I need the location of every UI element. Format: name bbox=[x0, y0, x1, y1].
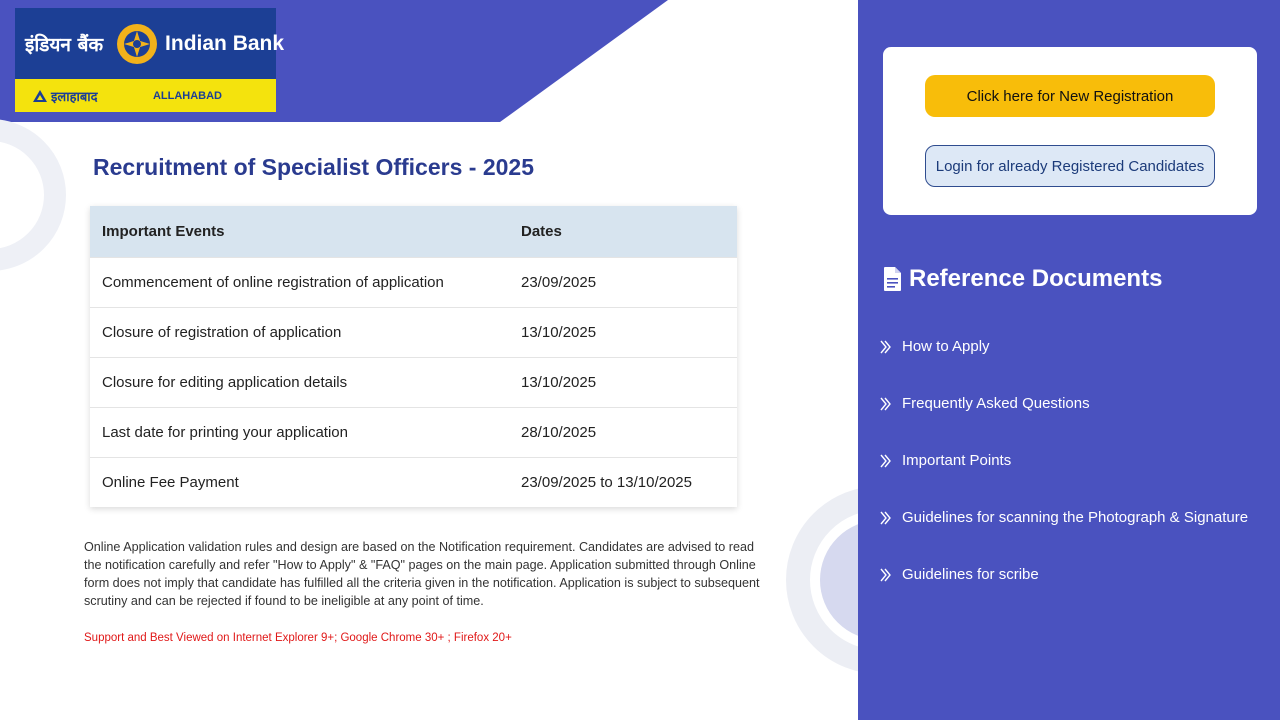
link-scribe-guidelines[interactable]: Guidelines for scribe bbox=[880, 546, 1248, 603]
chevron-right-icon bbox=[880, 397, 891, 410]
table-header-row: Important Events Dates bbox=[90, 206, 737, 257]
event-cell: Closure of registration of application bbox=[90, 306, 521, 357]
date-cell: 23/09/2025 to 13/10/2025 bbox=[521, 456, 737, 507]
header-important-events: Important Events bbox=[90, 206, 521, 257]
notice-text: Online Application validation rules and … bbox=[84, 540, 760, 608]
browser-support-text: Support and Best Viewed on Internet Expl… bbox=[84, 632, 512, 644]
logo-hindi-name: इंडियन बैंक bbox=[25, 33, 104, 56]
right-sidebar: Click here for New Registration Login fo… bbox=[858, 0, 1280, 720]
table-row: Online Fee Payment 23/09/2025 to 13/10/2… bbox=[90, 456, 737, 507]
reference-links-list: How to Apply Frequently Asked Questions … bbox=[880, 318, 1248, 603]
chevron-right-icon bbox=[880, 454, 891, 467]
link-important-points[interactable]: Important Points bbox=[880, 432, 1248, 489]
logo-top-band: इंडियन बैंक Indian Bank bbox=[15, 8, 284, 79]
reference-documents-heading: Reference Documents bbox=[884, 265, 1162, 293]
link-how-to-apply[interactable]: How to Apply bbox=[880, 318, 1248, 375]
indian-bank-logo: इंडियन बैंक Indian Bank इलाहाबाद ALLAHAB… bbox=[15, 8, 284, 112]
login-registered-button[interactable]: Login for already Registered Candidates bbox=[925, 145, 1215, 187]
link-label: How to Apply bbox=[902, 338, 990, 355]
table-row: Closure of registration of application 1… bbox=[90, 306, 737, 357]
logo-allahabad-english: ALLAHABAD bbox=[152, 89, 222, 102]
date-cell: 23/09/2025 bbox=[521, 256, 737, 307]
link-scanning-guidelines[interactable]: Guidelines for scanning the Photograph &… bbox=[880, 489, 1248, 546]
logo-allahabad-hindi-text: इलाहाबाद bbox=[51, 89, 98, 105]
link-faq[interactable]: Frequently Asked Questions bbox=[880, 375, 1248, 432]
chevron-right-icon bbox=[880, 340, 891, 353]
chevron-right-icon bbox=[880, 568, 891, 581]
link-label: Frequently Asked Questions bbox=[902, 395, 1090, 412]
reference-documents-label: Reference Documents bbox=[909, 265, 1163, 292]
logo-bottom-band: इलाहाबाद ALLAHABAD bbox=[15, 79, 276, 112]
date-cell: 28/10/2025 bbox=[521, 406, 737, 457]
table-row: Last date for printing your application … bbox=[90, 406, 737, 457]
date-cell: 13/10/2025 bbox=[521, 356, 737, 407]
event-cell: Online Fee Payment bbox=[90, 456, 521, 507]
logo-english-name: Indian Bank bbox=[165, 31, 285, 55]
link-label: Important Points bbox=[902, 452, 1012, 469]
document-icon bbox=[884, 267, 901, 291]
date-cell: 13/10/2025 bbox=[521, 306, 737, 357]
registration-card: Click here for New Registration Login fo… bbox=[883, 47, 1257, 215]
link-label: Guidelines for scribe bbox=[902, 566, 1039, 583]
event-cell: Commencement of online registration of a… bbox=[90, 256, 521, 307]
header-dates: Dates bbox=[521, 206, 737, 257]
link-label: Guidelines for scanning the Photograph &… bbox=[902, 509, 1249, 526]
page-title: Recruitment of Specialist Officers - 202… bbox=[93, 154, 534, 180]
important-events-table: Important Events Dates Commencement of o… bbox=[90, 206, 737, 507]
table-row: Closure for editing application details … bbox=[90, 356, 737, 407]
indian-bank-emblem-icon bbox=[117, 23, 158, 64]
table-row: Commencement of online registration of a… bbox=[90, 256, 737, 307]
event-cell: Closure for editing application details bbox=[90, 356, 521, 407]
logo-allahabad-hindi: इलाहाबाद bbox=[33, 87, 98, 105]
new-registration-button[interactable]: Click here for New Registration bbox=[925, 75, 1215, 117]
chevron-right-icon bbox=[880, 511, 891, 524]
event-cell: Last date for printing your application bbox=[90, 406, 521, 457]
triangle-logo-icon bbox=[33, 89, 47, 102]
